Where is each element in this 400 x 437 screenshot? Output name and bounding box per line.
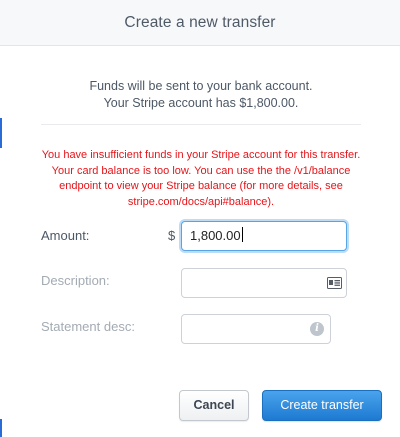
modal-title: Create a new transfer xyxy=(124,14,276,31)
amount-label: Amount: xyxy=(41,228,90,243)
balance-info-line: Your Stripe account has $1,800.00. xyxy=(103,96,299,110)
background-edge xyxy=(0,419,2,437)
amount-input[interactable]: 1,800.00 xyxy=(181,221,347,251)
create-transfer-modal: Create a new transfer Funds will be sent… xyxy=(0,0,400,437)
cancel-button[interactable]: Cancel xyxy=(179,390,249,421)
funds-info-line: Funds will be sent to your bank account. xyxy=(89,79,313,93)
id-card-icon[interactable] xyxy=(327,277,342,289)
currency-symbol: $ xyxy=(168,228,176,243)
modal-header: Create a new transfer xyxy=(0,0,400,46)
statement-desc-input[interactable]: i xyxy=(181,314,331,344)
create-transfer-button[interactable]: Create transfer xyxy=(262,390,382,421)
description-input[interactable] xyxy=(181,268,347,298)
error-message: You have insufficient funds in your Stri… xyxy=(41,149,361,208)
text-caret xyxy=(241,227,243,242)
description-label: Description: xyxy=(41,273,110,288)
amount-value: 1,800.00 xyxy=(190,228,241,243)
info-icon[interactable]: i xyxy=(310,322,324,336)
divider xyxy=(41,124,361,125)
funds-info: Funds will be sent to your bank account.… xyxy=(41,78,361,112)
background-edge xyxy=(0,118,2,148)
statement-desc-label: Statement desc: xyxy=(41,319,135,334)
